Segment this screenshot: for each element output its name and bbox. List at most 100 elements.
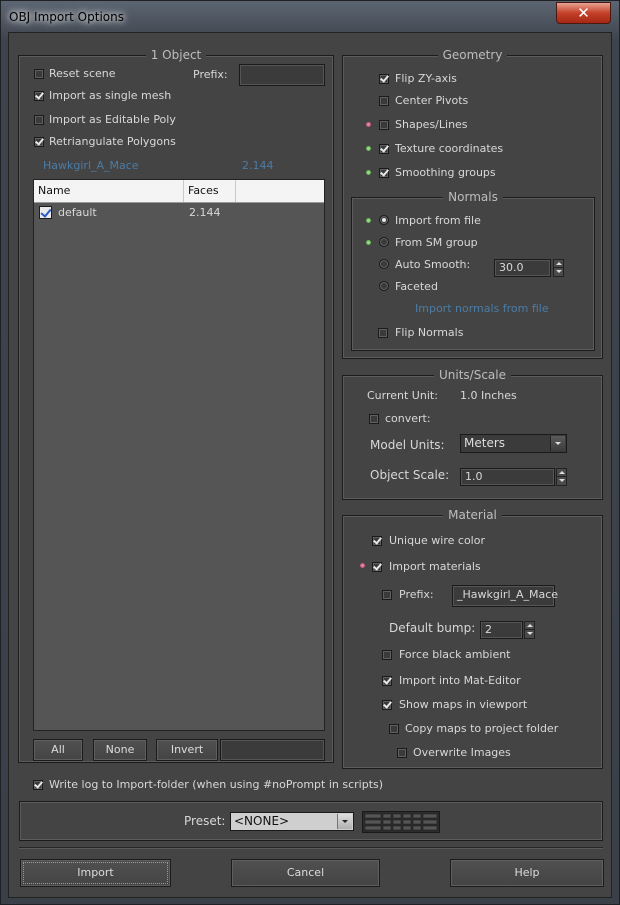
current-unit-value: 1.0 Inches xyxy=(460,389,517,402)
object-scale-label: Object Scale: xyxy=(370,468,450,482)
flip-normals-checkbox[interactable] xyxy=(378,328,388,338)
smoothing-groups-indicator-icon xyxy=(366,170,371,175)
preset-label: Preset: xyxy=(184,814,226,828)
normals-group-title: Normals xyxy=(443,190,503,204)
import-from-file-indicator-icon xyxy=(366,218,371,223)
import-materials-checkbox[interactable] xyxy=(372,562,382,572)
import-mat-editor-label: Import into Mat-Editor xyxy=(399,674,521,687)
object-scale-spinner[interactable] xyxy=(556,468,567,486)
import-mat-editor-checkbox[interactable] xyxy=(382,676,392,686)
force-black-ambient-checkbox[interactable] xyxy=(382,650,392,660)
dialog-client: 1 Object Reset scene Prefix: Import as s… xyxy=(8,32,612,898)
select-all-button[interactable]: All xyxy=(33,739,83,761)
from-sm-group-label: From SM group xyxy=(395,236,478,249)
normals-status-text: Import normals from file xyxy=(415,302,549,315)
footer-divider xyxy=(19,847,603,849)
preset-grid-icon xyxy=(362,811,440,833)
default-bump-label: Default bump: xyxy=(389,621,476,635)
material-prefix-label: Prefix: xyxy=(399,588,434,601)
shapes-lines-indicator-icon xyxy=(366,122,371,127)
texture-coords-indicator-icon xyxy=(366,146,371,151)
overwrite-images-checkbox[interactable] xyxy=(397,748,407,758)
force-black-ambient-label: Force black ambient xyxy=(399,648,511,661)
write-log-label: Write log to Import-folder (when using #… xyxy=(49,778,384,791)
unique-wire-checkbox[interactable] xyxy=(372,536,382,546)
column-name-header[interactable]: Name xyxy=(34,180,184,202)
import-from-file-radio[interactable] xyxy=(379,215,389,225)
shapes-lines-checkbox[interactable] xyxy=(379,120,389,130)
retriangulate-checkbox[interactable] xyxy=(34,137,44,147)
material-prefix-input[interactable]: _Hawkgirl_A_Mace xyxy=(452,585,558,607)
overwrite-images-label: Overwrite Images xyxy=(413,746,511,759)
object-name-text: Hawkgirl_A_Mace xyxy=(43,159,139,172)
cancel-button[interactable]: Cancel xyxy=(231,859,380,887)
object-filter-input[interactable] xyxy=(220,739,325,761)
material-group-title: Material xyxy=(443,508,502,522)
model-units-value: Meters xyxy=(464,436,506,450)
material-prefix-checkbox[interactable] xyxy=(382,590,392,600)
import-editable-poly-checkbox[interactable] xyxy=(34,115,44,125)
import-single-mesh-checkbox[interactable] xyxy=(34,91,44,101)
auto-smooth-radio[interactable] xyxy=(379,259,389,269)
show-maps-label: Show maps in viewport xyxy=(399,698,528,711)
center-pivots-label: Center Pivots xyxy=(395,94,469,107)
current-unit-label: Current Unit: xyxy=(367,389,438,402)
preset-value: <NONE> xyxy=(234,814,290,828)
smoothing-groups-label: Smoothing groups xyxy=(395,166,496,179)
copy-maps-checkbox[interactable] xyxy=(389,724,399,734)
import-materials-label: Import materials xyxy=(389,560,481,573)
title-bar[interactable]: OBJ Import Options ✕ xyxy=(1,1,619,33)
flip-zy-checkbox[interactable] xyxy=(379,74,389,84)
select-none-button[interactable]: None xyxy=(93,739,147,761)
list-item-checkbox[interactable] xyxy=(39,206,52,219)
faceted-label: Faceted xyxy=(395,280,438,293)
center-pivots-checkbox[interactable] xyxy=(379,96,389,106)
default-bump-spinner[interactable] xyxy=(524,621,535,639)
object-list[interactable]: Name Faces default 2.144 xyxy=(33,179,325,731)
import-materials-indicator-icon xyxy=(360,563,365,568)
import-from-file-label: Import from file xyxy=(395,214,481,227)
texture-coords-label: Texture coordinates xyxy=(395,142,504,155)
object-prefix-input[interactable] xyxy=(239,64,325,86)
smoothing-groups-checkbox[interactable] xyxy=(379,168,389,178)
model-units-dropdown[interactable]: Meters xyxy=(460,434,567,453)
from-sm-group-radio[interactable] xyxy=(379,237,389,247)
flip-normals-label: Flip Normals xyxy=(395,326,464,339)
faceted-radio[interactable] xyxy=(379,281,389,291)
texture-coords-checkbox[interactable] xyxy=(379,144,389,154)
object-scale-input[interactable]: 1.0 xyxy=(460,468,555,486)
list-item-faces: 2.144 xyxy=(189,206,221,219)
chevron-down-icon xyxy=(550,436,565,451)
import-editable-poly-label: Import as Editable Poly xyxy=(49,113,176,126)
list-item[interactable]: default 2.144 xyxy=(34,203,324,221)
auto-smooth-spinner[interactable] xyxy=(553,259,564,277)
unique-wire-label: Unique wire color xyxy=(389,534,485,547)
help-button[interactable]: Help xyxy=(450,859,604,887)
preset-dropdown[interactable]: <NONE> xyxy=(230,812,354,831)
reset-scene-checkbox[interactable] xyxy=(34,69,44,79)
object-faces-text: 2.144 xyxy=(242,159,274,172)
auto-smooth-input[interactable]: 30.0 xyxy=(494,259,551,277)
close-button[interactable]: ✕ xyxy=(556,2,611,24)
auto-smooth-label: Auto Smooth: xyxy=(395,258,471,271)
list-header: Name Faces xyxy=(34,180,324,203)
obj-import-window: OBJ Import Options ✕ 1 Object Reset scen… xyxy=(0,0,620,905)
default-bump-input[interactable]: 2 xyxy=(480,621,523,639)
convert-checkbox[interactable] xyxy=(369,414,379,424)
write-log-checkbox[interactable] xyxy=(33,780,43,790)
preset-toolbar[interactable] xyxy=(362,811,440,833)
prefix-label: Prefix: xyxy=(193,68,228,81)
invert-selection-button[interactable]: Invert xyxy=(156,739,218,761)
chevron-down-icon xyxy=(337,814,352,829)
column-faces-header[interactable]: Faces xyxy=(184,180,236,202)
window-title: OBJ Import Options xyxy=(9,10,124,24)
copy-maps-label: Copy maps to project folder xyxy=(405,722,559,735)
import-single-mesh-label: Import as single mesh xyxy=(49,89,172,102)
reset-scene-label: Reset scene xyxy=(49,67,116,80)
shapes-lines-label: Shapes/Lines xyxy=(395,118,468,131)
units-scale-group-title: Units/Scale xyxy=(433,368,511,382)
convert-label: convert: xyxy=(385,412,431,425)
model-units-label: Model Units: xyxy=(370,438,445,452)
import-button[interactable]: Import xyxy=(20,859,171,887)
show-maps-checkbox[interactable] xyxy=(382,700,392,710)
